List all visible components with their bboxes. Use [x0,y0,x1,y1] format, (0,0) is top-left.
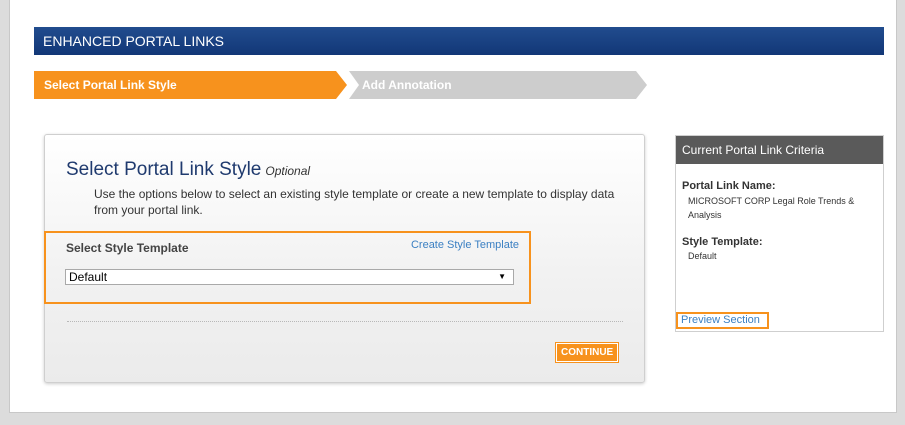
preview-section-link[interactable]: Preview Section [676,312,769,329]
criteria-header: Current Portal Link Criteria [676,136,883,164]
continue-button[interactable]: CONTINUE [554,342,620,363]
page-container: ENHANCED PORTAL LINKS Select Portal Link… [9,0,897,413]
form-title-text: Select Portal Link Style [66,159,262,180]
step-arrow [636,71,647,99]
optional-label: Optional [265,164,311,178]
wizard-steps: Select Portal Link Style Add Annotation [34,71,654,99]
selected-template-value: Default [69,270,108,284]
step-notch [349,71,359,99]
style-form-panel: Select Portal Link Style Optional Use the… [44,134,645,383]
form-description: Use the options below to select an exist… [94,187,615,217]
chevron-down-icon: ▼ [498,272,506,281]
form-title: Select Portal Link Style Optional [66,159,310,181]
step-arrow [336,71,347,99]
create-style-template-link[interactable]: Create Style Template [411,239,519,251]
style-template-criteria-value: Default [688,251,717,261]
style-template-criteria-label: Style Template: [682,236,763,248]
step-select-style[interactable]: Select Portal Link Style [34,71,336,99]
step-add-annotation[interactable]: Add Annotation [349,71,636,99]
portal-link-name-value: MICROSOFT CORP Legal Role Trends & Analy… [688,196,855,220]
style-template-label: Select Style Template [66,241,189,255]
criteria-panel: Current Portal Link Criteria Portal Link… [675,135,884,332]
page-banner: ENHANCED PORTAL LINKS [34,27,884,55]
divider [67,321,623,322]
style-template-select[interactable]: Default ▼ [65,269,514,285]
style-template-section: Select Style Template Create Style Templ… [44,231,531,304]
portal-link-name-label: Portal Link Name: [682,180,776,192]
